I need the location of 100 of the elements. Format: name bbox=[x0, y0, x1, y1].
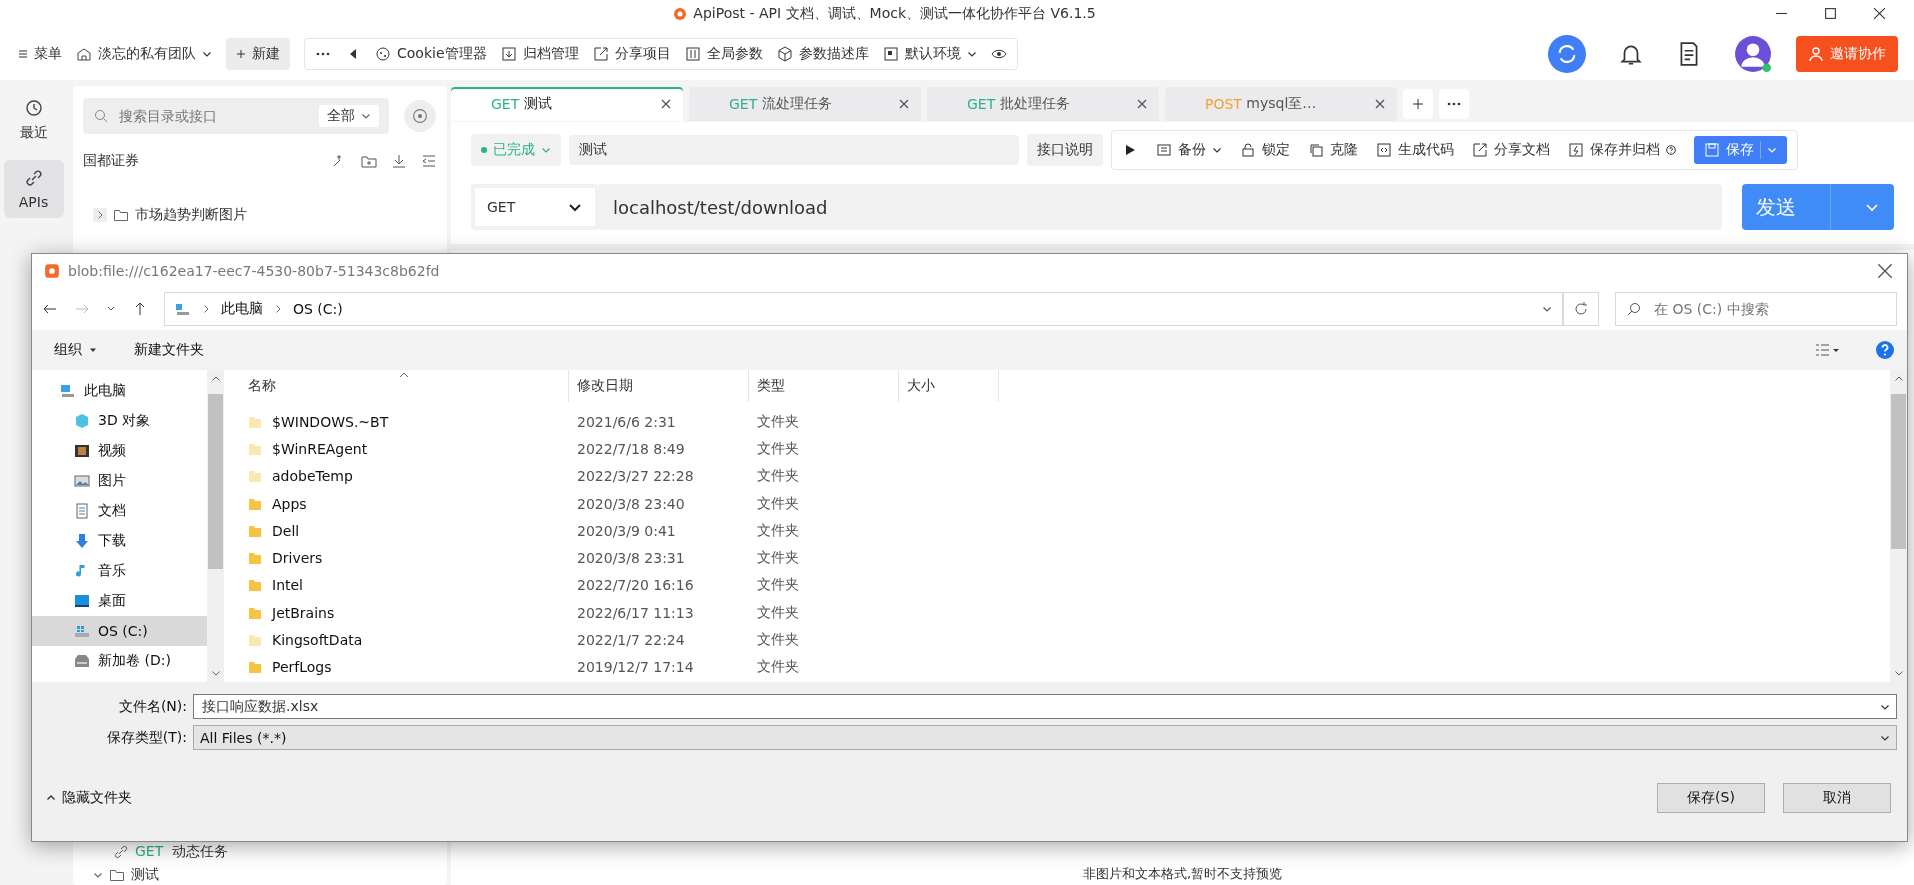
save-button[interactable]: 保存 bbox=[1694, 136, 1787, 164]
nav-pane-item[interactable]: 3D 对象 bbox=[32, 406, 207, 436]
toolbar-button[interactable]: 归档管理 bbox=[500, 44, 579, 63]
cancel-button[interactable]: 取消 bbox=[1783, 782, 1891, 813]
close-icon[interactable] bbox=[1375, 99, 1385, 109]
nav-pane-item[interactable]: 此电脑 bbox=[32, 376, 207, 406]
column-header[interactable]: 大小 bbox=[899, 370, 999, 402]
method-dropdown[interactable]: GET bbox=[471, 184, 599, 230]
status-dot bbox=[481, 147, 487, 153]
file-name[interactable]: $WINDOWS.~BT bbox=[272, 413, 389, 430]
doc-button[interactable]: 接口说明 bbox=[1027, 134, 1103, 166]
filetype-dropdown[interactable]: All Files (*.*) bbox=[193, 725, 1897, 750]
organize-menu[interactable]: 组织 bbox=[54, 341, 98, 359]
document-icon bbox=[74, 503, 90, 519]
nav-item[interactable]: APIs bbox=[3, 160, 64, 218]
field-label: 文件名(N): bbox=[117, 697, 187, 716]
close-icon[interactable] bbox=[1137, 99, 1147, 109]
file-name[interactable]: $WinREAgent bbox=[272, 440, 368, 457]
toolbar-button[interactable]: Cookie管理器 bbox=[375, 44, 487, 63]
nav-pane-item[interactable]: 音乐 bbox=[32, 556, 207, 586]
action-button[interactable]: 锁定 bbox=[1240, 141, 1290, 159]
file-name[interactable]: KingsoftData bbox=[272, 632, 363, 648]
nav-pane-item[interactable]: 下载 bbox=[32, 526, 207, 556]
chevron-right-icon bbox=[201, 304, 211, 314]
column-header[interactable]: 类型 bbox=[749, 370, 899, 402]
save-button[interactable]: 保存(S) bbox=[1657, 782, 1765, 813]
caret-down-icon bbox=[541, 145, 551, 155]
view-options-icon[interactable] bbox=[1815, 342, 1839, 358]
nav-pane-item[interactable]: 桌面 bbox=[32, 586, 207, 616]
file-name[interactable]: Intel bbox=[272, 577, 303, 594]
file-name[interactable]: adobeTemp bbox=[272, 468, 353, 485]
help-icon[interactable] bbox=[1666, 145, 1676, 155]
new-folder-button[interactable]: 新建文件夹 bbox=[134, 341, 204, 359]
address-bar[interactable]: 此电脑 OS (C:) bbox=[164, 292, 1563, 326]
request-tab[interactable]: GET 批处理任务 bbox=[927, 87, 1159, 121]
menu-button[interactable]: 菜单 bbox=[18, 44, 62, 63]
action-button[interactable]: 备份 bbox=[1156, 141, 1222, 159]
code-icon bbox=[1376, 142, 1392, 158]
url-field[interactable]: localhost/test/download bbox=[599, 184, 1722, 230]
scroll-down-icon[interactable] bbox=[210, 668, 221, 678]
file-name[interactable]: PerfLogs bbox=[272, 659, 332, 676]
expand-button[interactable] bbox=[93, 208, 107, 222]
request-tab[interactable]: GET 流处理任务 bbox=[689, 87, 921, 121]
filename-field[interactable]: 接口响应数据.xlsx bbox=[193, 694, 1897, 719]
column-header[interactable]: 修改日期 bbox=[569, 370, 749, 402]
search-input[interactable]: 搜索目录或接口 bbox=[117, 107, 311, 125]
hide-folders-toggle[interactable]: 隐藏文件夹 bbox=[46, 788, 132, 807]
sliders-icon bbox=[684, 45, 701, 62]
column-header[interactable]: 名称 bbox=[224, 370, 569, 402]
nav-pane-item[interactable]: 图片 bbox=[32, 466, 207, 496]
file-name[interactable]: JetBrains bbox=[272, 604, 335, 621]
menu-icon bbox=[18, 48, 28, 59]
nav-pane-item[interactable]: 新加卷 (D:) bbox=[32, 646, 207, 676]
nav-pane-item[interactable]: 视频 bbox=[32, 436, 207, 466]
filter-dropdown[interactable]: 全部 bbox=[319, 105, 379, 127]
path-segment[interactable]: OS (C:) bbox=[293, 301, 343, 317]
toolbar-button[interactable]: 参数描述库 bbox=[776, 44, 869, 63]
locate-icon[interactable] bbox=[403, 99, 437, 133]
request-item[interactable]: GET 动态任务 bbox=[135, 843, 229, 861]
add-tab-button[interactable] bbox=[1403, 89, 1433, 119]
avatar-icon[interactable] bbox=[1734, 34, 1772, 73]
request-tab[interactable]: POST mysql至… bbox=[1165, 87, 1397, 121]
team-dropdown[interactable]: 淡忘的私有团队 bbox=[76, 44, 212, 63]
tree-item[interactable]: 测试 bbox=[131, 866, 159, 884]
search-field[interactable]: 搜索目录或接口 全部 bbox=[83, 98, 389, 134]
refresh-icon bbox=[1573, 301, 1589, 317]
file-name[interactable]: Dell bbox=[272, 522, 300, 539]
toolbar-button[interactable]: 全局参数 bbox=[684, 44, 763, 63]
import-icon[interactable] bbox=[391, 153, 407, 169]
filename-input[interactable]: 接口响应数据.xlsx bbox=[200, 697, 1880, 716]
search-field[interactable]: 在 OS (C:) 中搜索 bbox=[1615, 292, 1897, 326]
help-icon[interactable] bbox=[1875, 340, 1895, 360]
file-name[interactable]: Drivers bbox=[272, 550, 323, 567]
toolbar-button[interactable]: 默认环境 bbox=[882, 44, 977, 63]
close-icon[interactable] bbox=[661, 99, 671, 109]
project-name: 国都证券 bbox=[83, 152, 139, 170]
path-segment[interactable]: 此电脑 bbox=[221, 300, 263, 318]
search-icon bbox=[93, 108, 109, 124]
file-name[interactable]: Apps bbox=[272, 495, 307, 512]
toolbar-button[interactable]: 分享项目 bbox=[592, 44, 671, 63]
action-button[interactable]: 生成代码 bbox=[1376, 141, 1454, 159]
add-folder-icon[interactable] bbox=[361, 153, 377, 169]
action-button[interactable]: 克隆 bbox=[1308, 141, 1358, 159]
nav-pane-item[interactable]: OS (C:) bbox=[32, 616, 207, 646]
tree-item[interactable]: 市场趋势判断图片 bbox=[135, 206, 247, 224]
preview-note: 非图片和文本格式,暂时不支持预览 bbox=[1082, 865, 1283, 883]
search-input[interactable]: 在 OS (C:) 中搜索 bbox=[1652, 300, 1886, 318]
request-tab[interactable]: GET 测试 bbox=[451, 87, 683, 121]
nav-item[interactable]: 最近 bbox=[3, 90, 64, 150]
close-icon[interactable] bbox=[899, 99, 909, 109]
sync-icon[interactable] bbox=[1548, 34, 1586, 73]
nav-pane-item[interactable]: 文档 bbox=[32, 496, 207, 526]
maximize-icon[interactable] bbox=[1824, 7, 1837, 20]
action-button[interactable]: 分享文档 bbox=[1472, 141, 1550, 159]
close-icon[interactable] bbox=[1877, 263, 1893, 279]
new-button[interactable]: 新建 bbox=[226, 37, 290, 70]
close-icon[interactable] bbox=[1873, 7, 1886, 20]
scroll-down-icon[interactable] bbox=[1893, 668, 1904, 678]
name-field[interactable]: 测试 bbox=[569, 135, 1019, 165]
action-button[interactable]: 保存并归档 bbox=[1568, 141, 1676, 159]
